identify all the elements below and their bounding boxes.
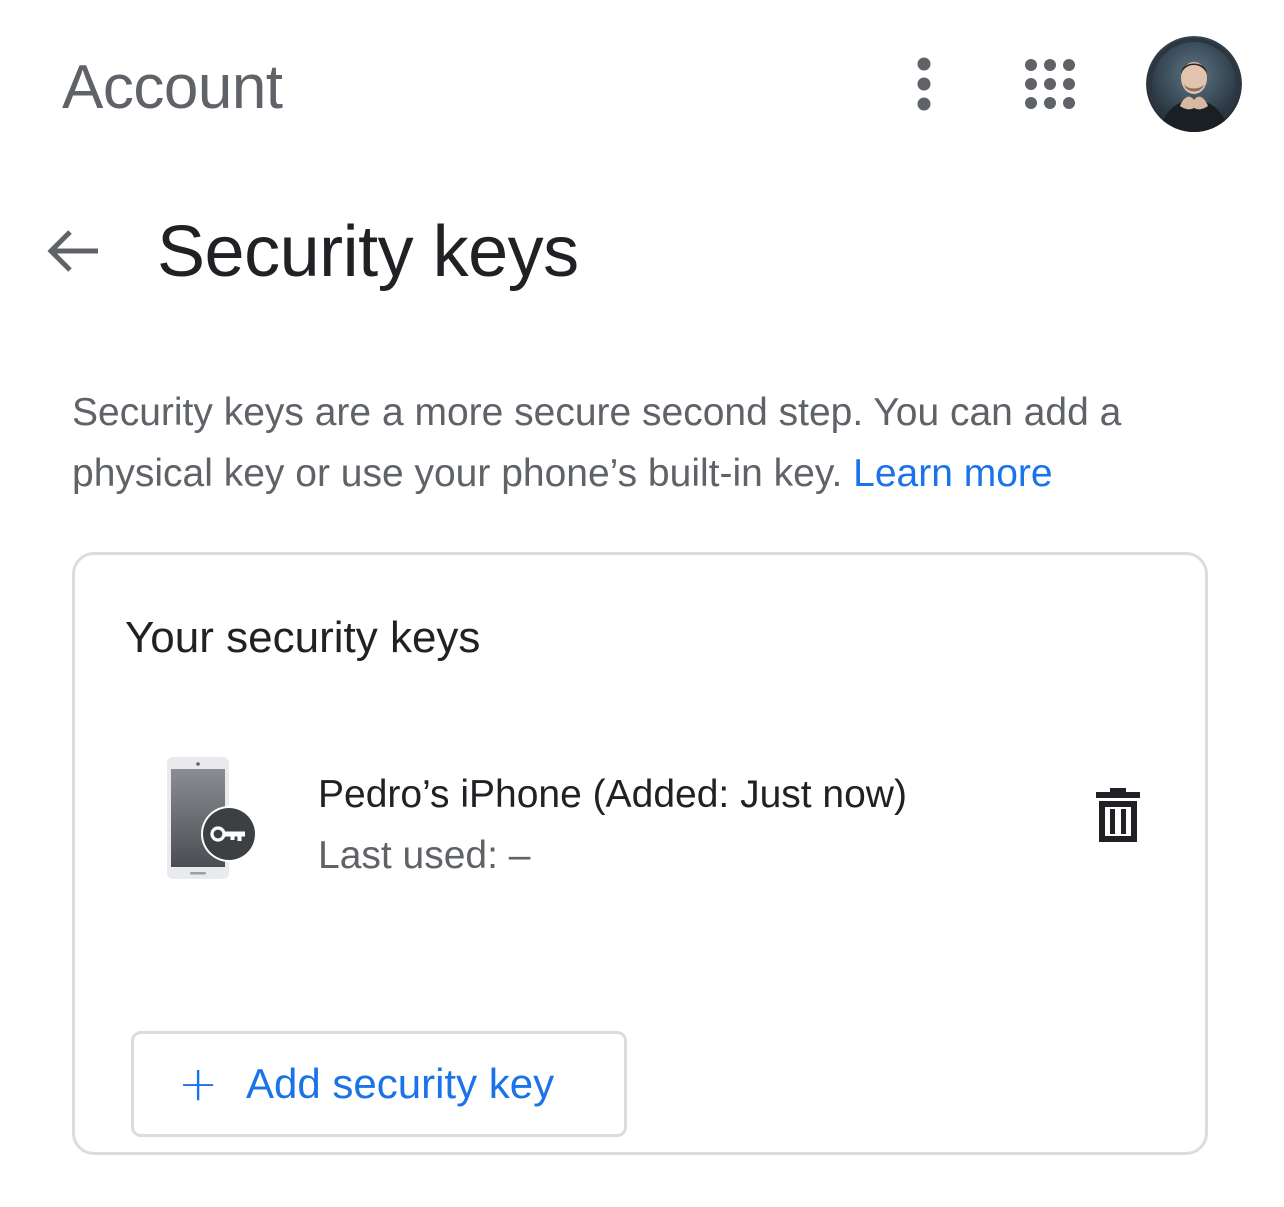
back-button[interactable] [36, 214, 110, 288]
google-apps-button[interactable] [1018, 54, 1082, 114]
app-title: Account [62, 53, 283, 122]
arrow-back-icon [47, 230, 98, 272]
avatar[interactable] [1146, 36, 1242, 132]
add-security-key-button[interactable]: + Add security key [131, 1031, 627, 1137]
security-key-item: Pedro’s iPhone (Added: Just now) Last us… [75, 741, 1205, 891]
delete-key-button[interactable] [1085, 777, 1151, 853]
key-last-used: Last used: – [318, 834, 531, 877]
add-security-key-label: Add security key [246, 1060, 555, 1107]
trash-icon [1096, 788, 1140, 842]
security-keys-card: Your security keys Pedro’s iPhone (Added… [72, 552, 1208, 1155]
plus-icon: + [178, 1056, 219, 1112]
page-description: Security keys are a more secure second s… [72, 382, 1222, 504]
more-vert-icon [917, 57, 931, 111]
user-avatar-icon [1146, 36, 1242, 132]
page-title: Security keys [157, 212, 579, 292]
phone-key-icon [163, 755, 259, 881]
key-name: Pedro’s iPhone (Added: Just now) [318, 773, 907, 816]
card-title: Your security keys [125, 613, 481, 662]
learn-more-link[interactable]: Learn more [853, 452, 1052, 495]
more-options-button[interactable] [894, 54, 954, 114]
apps-grid-icon [1025, 59, 1075, 109]
